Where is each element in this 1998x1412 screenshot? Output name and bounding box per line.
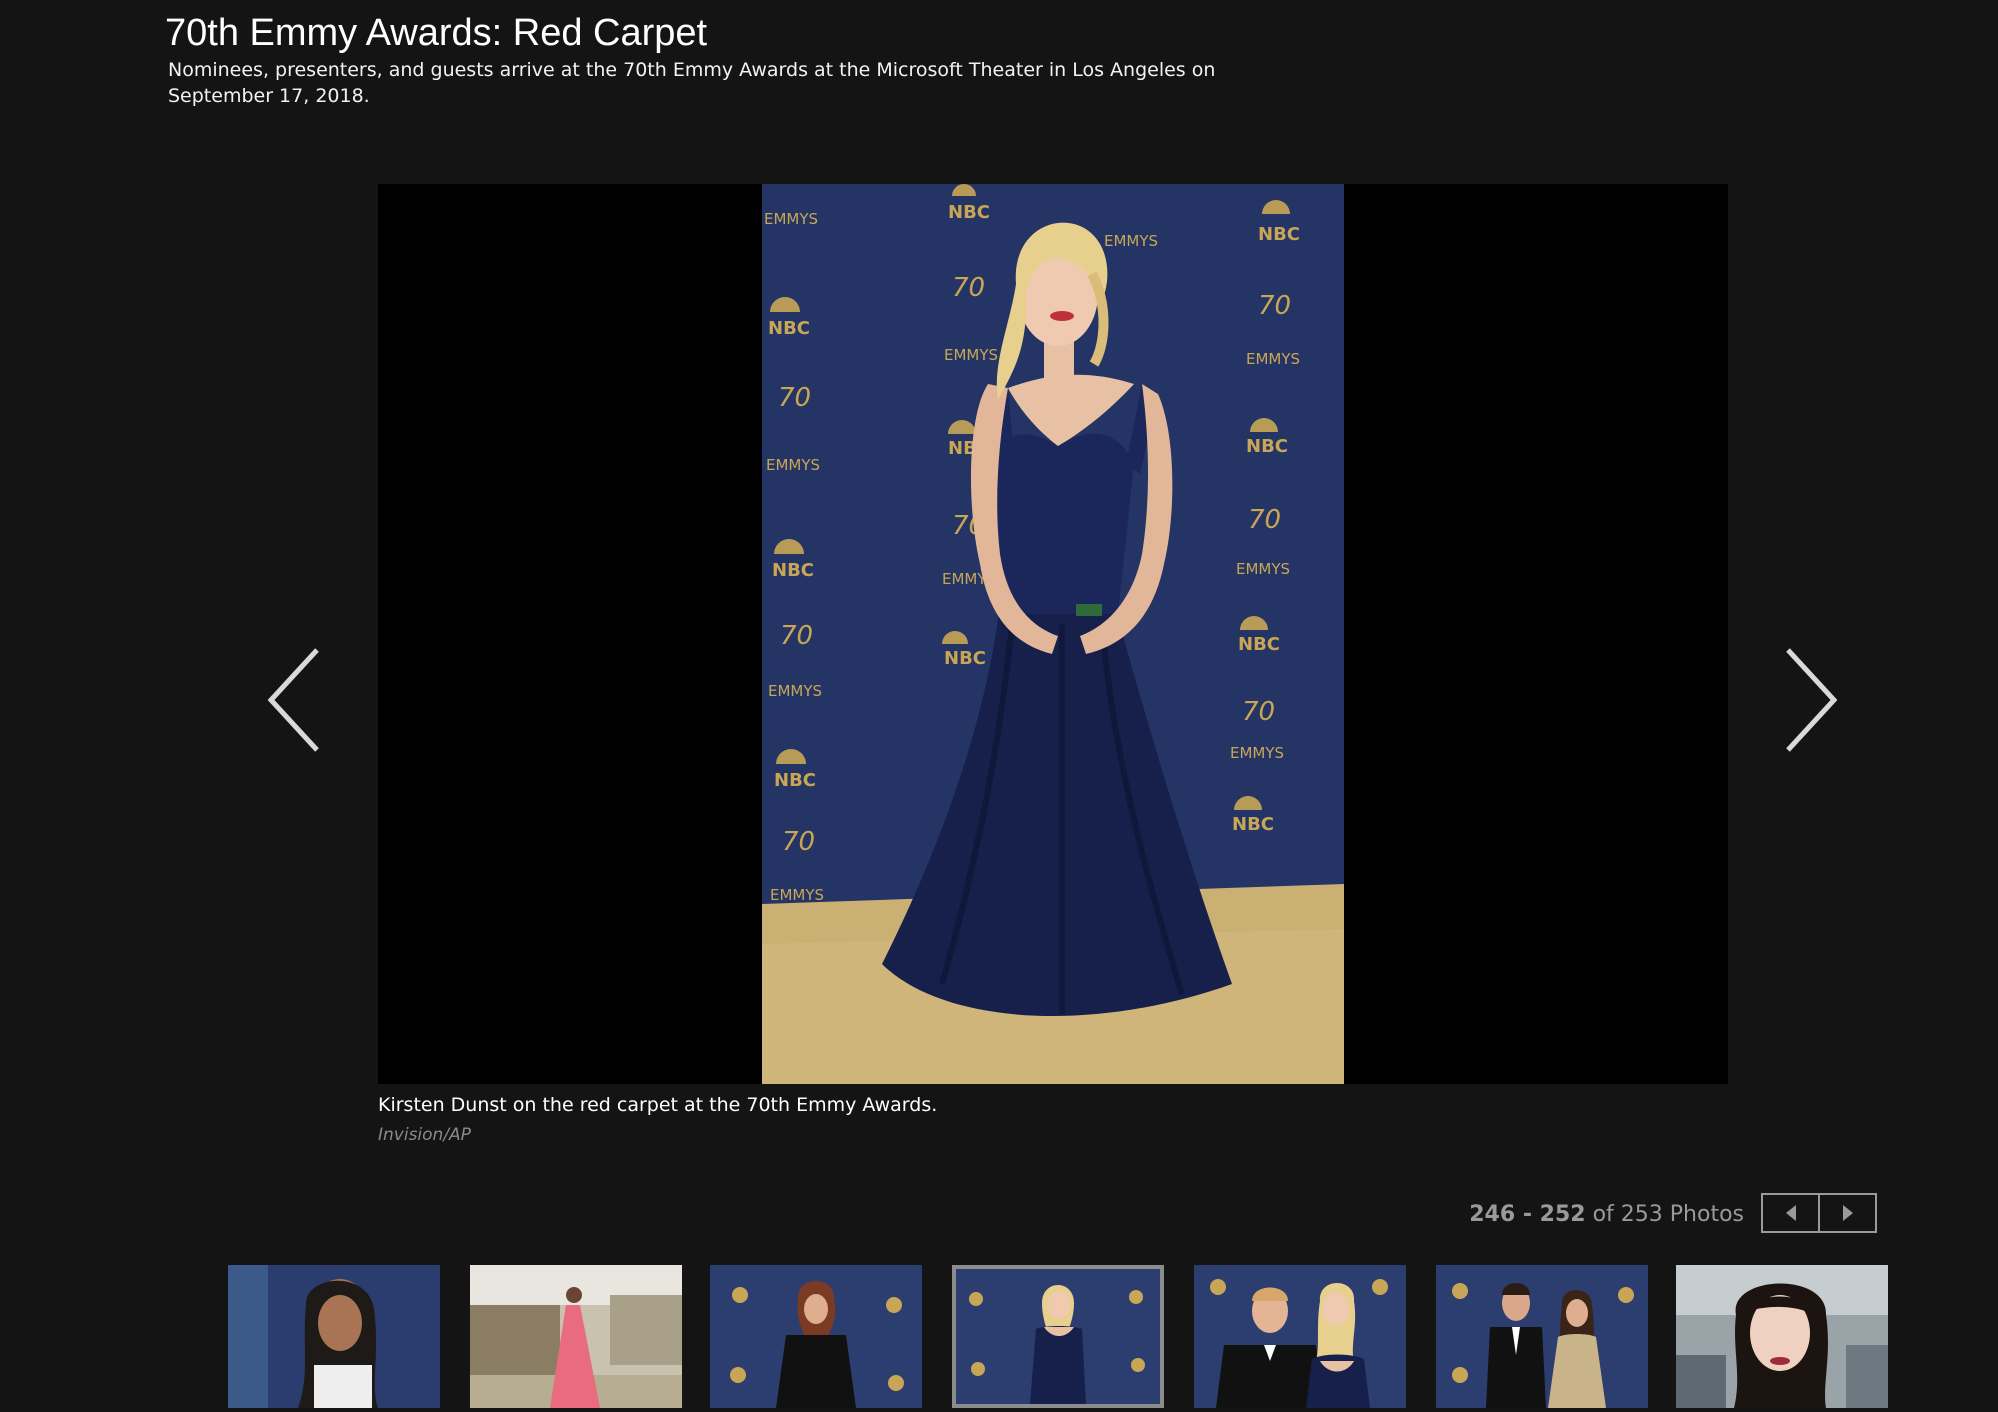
next-photo-button[interactable] — [1770, 640, 1850, 760]
backdrop-network-text: NBC — [1258, 224, 1300, 245]
thumbnail-prev-button[interactable] — [1763, 1195, 1818, 1231]
thumbnail-next-button[interactable] — [1818, 1195, 1875, 1231]
backdrop-award-text: EMMYS — [1104, 232, 1158, 250]
photo-counter: 246 - 252 of 253 Photos — [1469, 1200, 1744, 1230]
backdrop-network-text: NBC — [768, 318, 810, 339]
backdrop-award-text: EMMYS — [770, 886, 824, 904]
backdrop-award-text: EMMYS — [764, 210, 818, 228]
thumbnail[interactable] — [470, 1265, 682, 1408]
backdrop-network-text: NBC — [1232, 814, 1274, 835]
backdrop-award-text: EMMYS — [1230, 744, 1284, 762]
photo-caption: Kirsten Dunst on the red carpet at the 7… — [378, 1094, 938, 1116]
thumbnail-pager — [1761, 1193, 1877, 1233]
thumbnail-active[interactable] — [952, 1265, 1164, 1408]
backdrop-anniversary-text: 70 — [782, 827, 815, 857]
backdrop-anniversary-text: 70 — [952, 273, 985, 303]
thumbnail[interactable] — [1676, 1265, 1888, 1408]
gallery-description: Nominees, presenters, and guests arrive … — [168, 59, 1216, 107]
chevron-left-icon — [267, 648, 319, 752]
range-end: 252 — [1539, 1202, 1586, 1227]
range-start: 246 — [1469, 1202, 1516, 1227]
gallery-title: 70th Emmy Awards: Red Carpet — [165, 12, 708, 54]
thumbnail[interactable] — [1194, 1265, 1406, 1408]
caret-right-icon — [1842, 1205, 1853, 1221]
backdrop-anniversary-text: 70 — [1248, 505, 1281, 535]
backdrop-network-text: NBC — [1238, 634, 1280, 655]
thumbnail[interactable] — [1436, 1265, 1648, 1408]
caret-left-icon — [1785, 1205, 1796, 1221]
unit-text: Photos — [1662, 1202, 1744, 1227]
backdrop-network-text: NBC — [772, 560, 814, 581]
backdrop-anniversary-text: 70 — [780, 621, 813, 651]
photo-viewer: EMMYS NBC 70 EMMYS NBC 70 EMMYS NBC 70 E… — [378, 184, 1728, 1084]
backdrop-award-text: EMMYS — [1246, 350, 1300, 368]
backdrop-anniversary-text: 70 — [1242, 697, 1275, 727]
previous-photo-button[interactable] — [255, 640, 335, 760]
backdrop-award-text: EMMYS — [944, 346, 998, 364]
backdrop-award-text: EMMYS — [766, 456, 820, 474]
backdrop-network-text: NBC — [944, 648, 986, 669]
main-photo[interactable]: EMMYS NBC 70 EMMYS NBC 70 EMMYS NBC 70 E… — [762, 184, 1344, 1084]
chevron-right-icon — [1786, 648, 1838, 752]
backdrop-network-text: NBC — [948, 202, 990, 223]
range-separator: - — [1515, 1202, 1540, 1227]
backdrop-award-text: EMMYS — [768, 682, 822, 700]
total-count: 253 — [1620, 1202, 1663, 1227]
backdrop-award-text: EMMYS — [1236, 560, 1290, 578]
backdrop-anniversary-text: 70 — [778, 383, 811, 413]
photo-credit: Invision/AP — [378, 1125, 471, 1145]
thumbnail[interactable] — [228, 1265, 440, 1408]
backdrop-network-text: NBC — [774, 770, 816, 791]
backdrop-network-text: NBC — [1246, 436, 1288, 457]
backdrop-anniversary-text: 70 — [1258, 291, 1291, 321]
of-text: of — [1585, 1202, 1621, 1227]
thumbnail[interactable] — [710, 1265, 922, 1408]
